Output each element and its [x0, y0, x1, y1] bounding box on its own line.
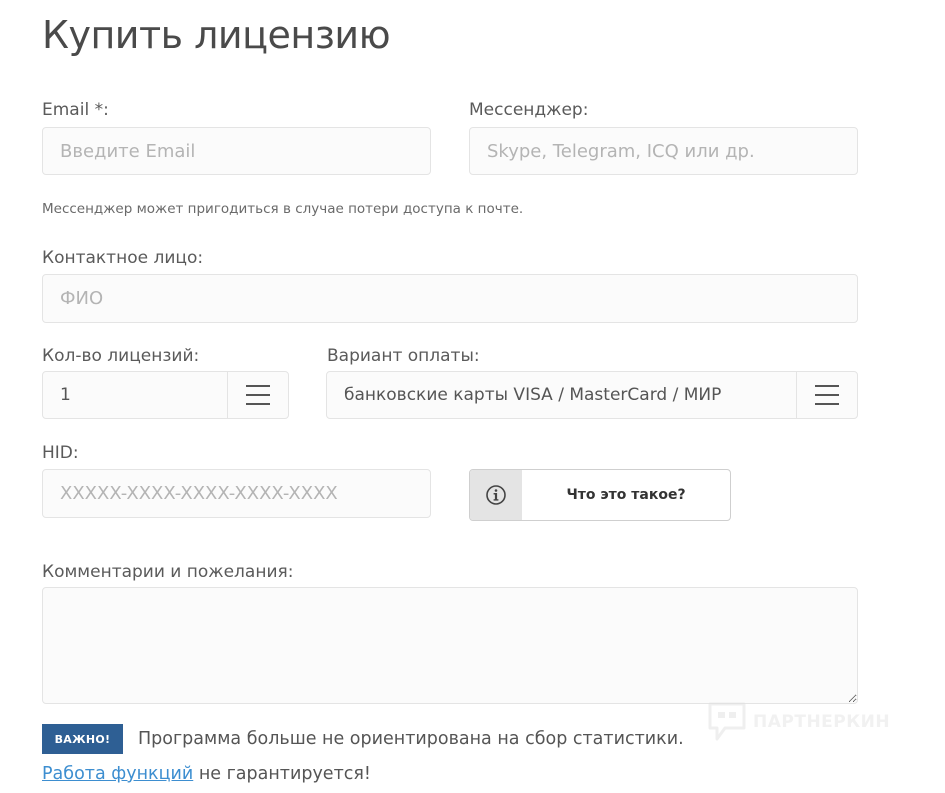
chat-bubble-icon [708, 702, 746, 741]
contact-name-input[interactable] [42, 274, 858, 323]
license-count-label: Кол-во лицензий: [42, 346, 200, 366]
comments-textarea[interactable] [42, 587, 858, 704]
email-input[interactable] [42, 127, 431, 175]
license-count-select[interactable]: 1 [42, 371, 289, 419]
notice-suffix: не гарантируется! [193, 764, 371, 784]
hid-help-label: Что это такое? [566, 487, 686, 503]
watermark: ПАРТНЕРКИН [707, 700, 897, 744]
hid-label: HID: [42, 443, 79, 463]
hid-help-button[interactable]: Что это такое? [469, 469, 731, 521]
notice-text: Программа больше не ориентирована на сбо… [138, 729, 684, 749]
messenger-input[interactable] [469, 127, 858, 175]
notice-line: Работа функций не гарантируется! [42, 762, 371, 786]
watermark-text: ПАРТНЕРКИН [753, 712, 891, 732]
hid-input[interactable] [42, 469, 431, 518]
hamburger-icon [815, 385, 839, 405]
payment-menu-button[interactable] [796, 372, 857, 418]
hamburger-icon [246, 385, 270, 405]
payment-value: банковские карты VISA / MasterCard / МИР [344, 385, 722, 405]
email-label: Email *: [42, 100, 109, 120]
comments-label: Комментарии и пожелания: [42, 562, 294, 582]
messenger-label: Мессенджер: [469, 100, 589, 120]
messenger-hint: Мессенджер может пригодиться в случае по… [42, 201, 524, 217]
payment-label: Вариант оплаты: [327, 346, 480, 366]
license-count-menu-button[interactable] [227, 372, 288, 418]
license-count-value: 1 [60, 385, 71, 405]
functions-link[interactable]: Работа функций [42, 764, 193, 784]
payment-select[interactable]: банковские карты VISA / MasterCard / МИР [326, 371, 858, 419]
info-icon [470, 470, 522, 520]
important-badge: ВАЖНО! [42, 724, 123, 754]
page-title: Купить лицензию [42, 13, 391, 57]
contact-label: Контактное лицо: [42, 248, 204, 268]
